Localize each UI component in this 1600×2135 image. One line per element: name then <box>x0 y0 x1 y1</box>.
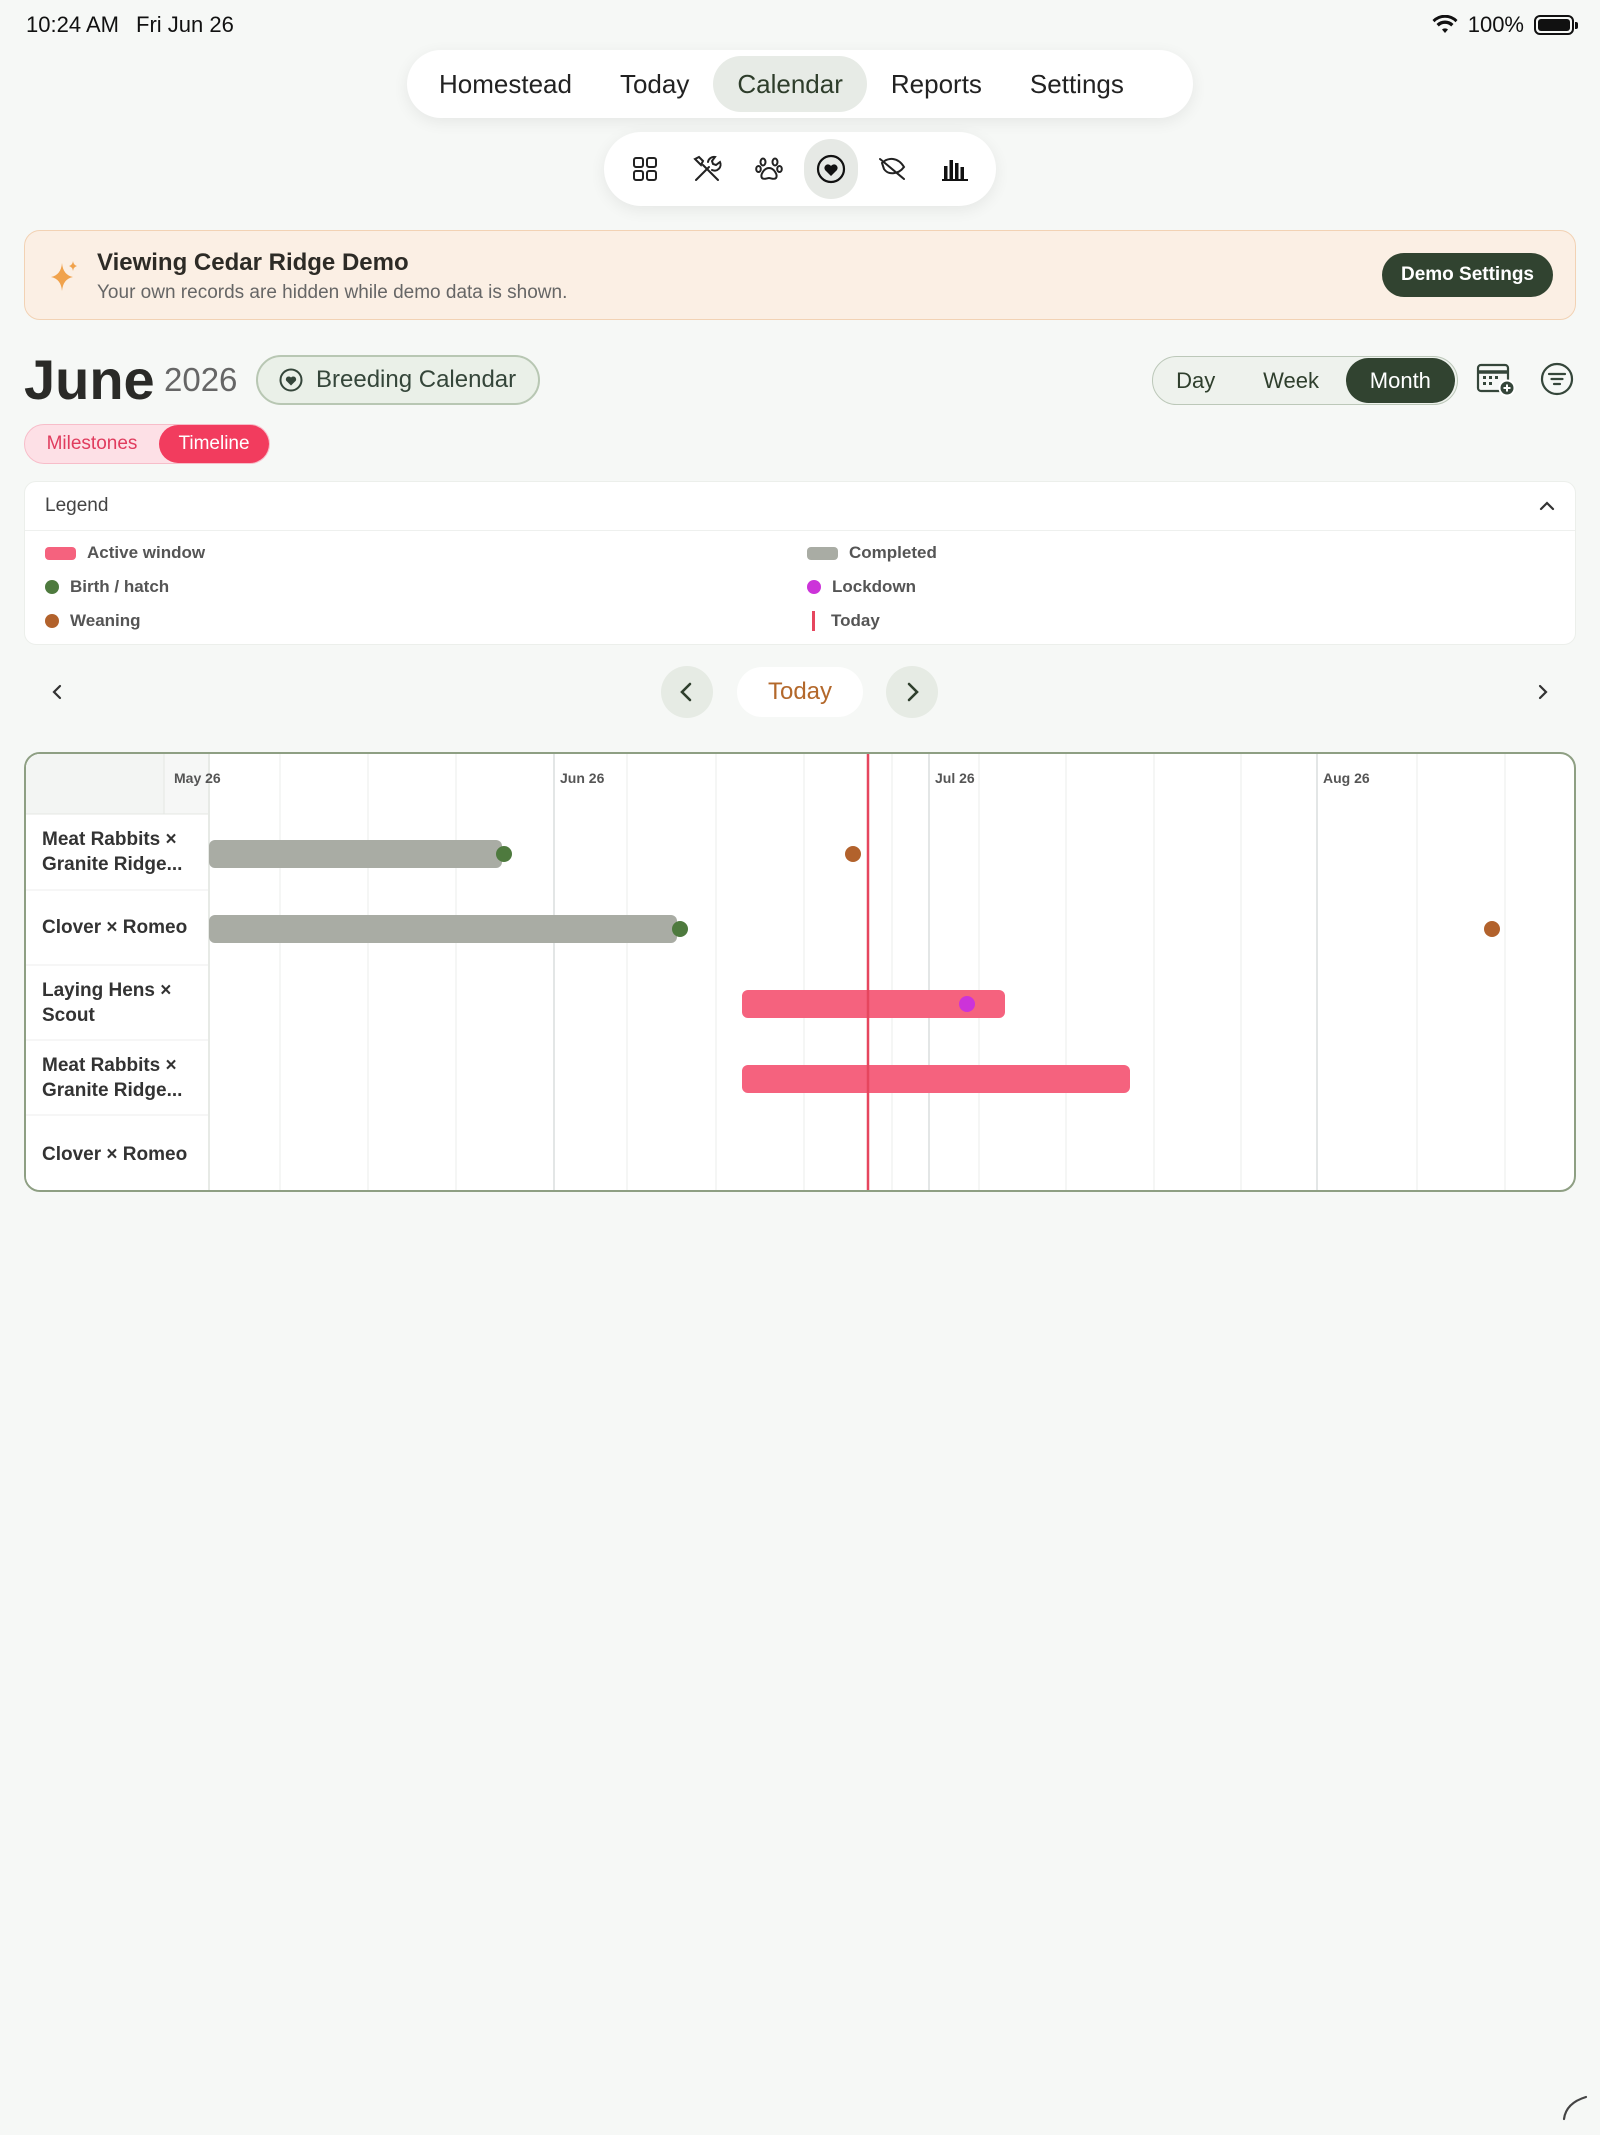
lockdown-swatch <box>807 580 821 594</box>
banner-title: Viewing Cedar Ridge Demo <box>97 249 409 276</box>
legend-label: Birth / hatch <box>70 577 170 596</box>
view-segmented-control: Day Week Month <box>1152 356 1458 405</box>
tab-reports[interactable]: Reports <box>867 56 1006 112</box>
legend-title: Legend <box>45 495 109 516</box>
banner-subtitle: Your own records are hidden while demo d… <box>97 282 568 303</box>
legend-item-completed: Completed <box>807 543 937 563</box>
tab-calendar[interactable]: Calendar <box>713 56 867 112</box>
legend-item-weaning: Weaning <box>45 611 141 631</box>
timeline-row-label[interactable]: Meat Rabbits × Granite Ridge... <box>42 1040 192 1115</box>
legend-item-birth: Birth / hatch <box>45 577 169 597</box>
wifi-icon <box>1432 15 1458 33</box>
birth-swatch <box>45 580 59 594</box>
timeline-row-label[interactable]: Laying Hens × Scout <box>42 965 192 1040</box>
legend-item-today: Today <box>807 611 880 631</box>
legend-divider <box>25 530 1575 531</box>
timeline-row-label[interactable]: Clover × Romeo <box>42 890 192 965</box>
chevron-left-icon <box>52 684 62 700</box>
breeding-calendar-label: Breeding Calendar <box>316 366 517 393</box>
year-label: 2026 <box>164 361 238 398</box>
demo-banner: Viewing Cedar Ridge Demo Your own record… <box>24 230 1576 320</box>
status-right: 100% <box>1432 12 1578 38</box>
view-month-button[interactable]: Month <box>1345 358 1455 403</box>
chevron-right-icon <box>907 682 919 702</box>
battery-icon <box>1534 15 1578 35</box>
legend-label: Completed <box>849 543 937 562</box>
battery-percent: 100% <box>1467 12 1524 37</box>
timeline-navigation: Today <box>24 666 1576 720</box>
previous-period-button[interactable] <box>661 666 713 718</box>
legend-item-lockdown: Lockdown <box>807 577 916 597</box>
add-calendar-event-icon[interactable] <box>1476 361 1516 402</box>
timeline-grid <box>26 754 1506 1190</box>
scale-label: Jun 26 <box>560 770 605 786</box>
timeline-row-label[interactable]: Clover × Romeo <box>42 1115 192 1190</box>
scale-label: May 26 <box>174 770 221 786</box>
grid-icon[interactable] <box>618 139 672 199</box>
weaning-swatch <box>45 614 59 628</box>
chevron-left-icon <box>680 682 692 702</box>
status-time: 10:24 AM <box>26 12 119 37</box>
legend-label: Weaning <box>70 611 141 630</box>
next-period-button[interactable] <box>886 666 938 718</box>
month-title: June <box>24 348 155 411</box>
legend-item-active: Active window <box>45 543 205 563</box>
today-button[interactable]: Today <box>737 667 863 717</box>
scale-label: Aug 26 <box>1323 770 1370 786</box>
paw-icon[interactable] <box>742 139 796 199</box>
mode-toggle: Milestones Timeline <box>24 424 270 464</box>
completed-swatch <box>807 546 838 560</box>
scroll-right-button[interactable] <box>1518 668 1566 716</box>
tab-settings[interactable]: Settings <box>1006 56 1148 112</box>
breeding-calendar-button[interactable]: Breeding Calendar <box>256 355 540 405</box>
tab-homestead[interactable]: Homestead <box>415 56 596 112</box>
view-day-button[interactable]: Day <box>1155 358 1236 403</box>
tools-icon[interactable] <box>680 139 734 199</box>
timeline-toggle[interactable]: Timeline <box>159 425 269 463</box>
legend-label: Active window <box>87 543 206 562</box>
status-date: Fri Jun 26 <box>136 12 234 37</box>
legend-panel: Legend Active window Birth / hatch Weani… <box>24 481 1576 645</box>
tab-today[interactable]: Today <box>596 56 713 112</box>
legend-label: Today <box>831 611 880 630</box>
sparkle-icon <box>51 261 77 291</box>
active-swatch <box>45 546 76 560</box>
breeding-timeline: May 26 Jun 26 Jul 26 Aug 26 Meat Rabbits… <box>24 752 1576 1192</box>
resize-handle-icon <box>1562 2095 1588 2121</box>
chevron-right-icon <box>1538 684 1548 700</box>
leaf-icon[interactable] <box>866 139 920 199</box>
milestones-toggle[interactable]: Milestones <box>25 425 159 463</box>
top-nav: Homestead Today Calendar Reports Setting… <box>407 50 1193 118</box>
scroll-left-button[interactable] <box>34 668 82 716</box>
filter-icon[interactable] <box>1540 362 1574 401</box>
heart-circle-icon <box>279 368 303 392</box>
scale-label: Jul 26 <box>935 770 975 786</box>
heart-circle-icon[interactable] <box>804 139 858 199</box>
today-swatch <box>812 611 815 631</box>
bar-chart-icon[interactable] <box>928 139 982 199</box>
legend-label: Lockdown <box>832 577 917 596</box>
timeline-row-label[interactable]: Meat Rabbits × Granite Ridge... <box>42 814 192 890</box>
status-bar: 10:24 AM Fri Jun 26 100% <box>26 12 1578 40</box>
chevron-up-icon[interactable] <box>1537 496 1557 521</box>
view-week-button[interactable]: Week <box>1236 358 1345 403</box>
calendar-type-bar <box>604 132 996 206</box>
demo-settings-button[interactable]: Demo Settings <box>1381 253 1553 297</box>
